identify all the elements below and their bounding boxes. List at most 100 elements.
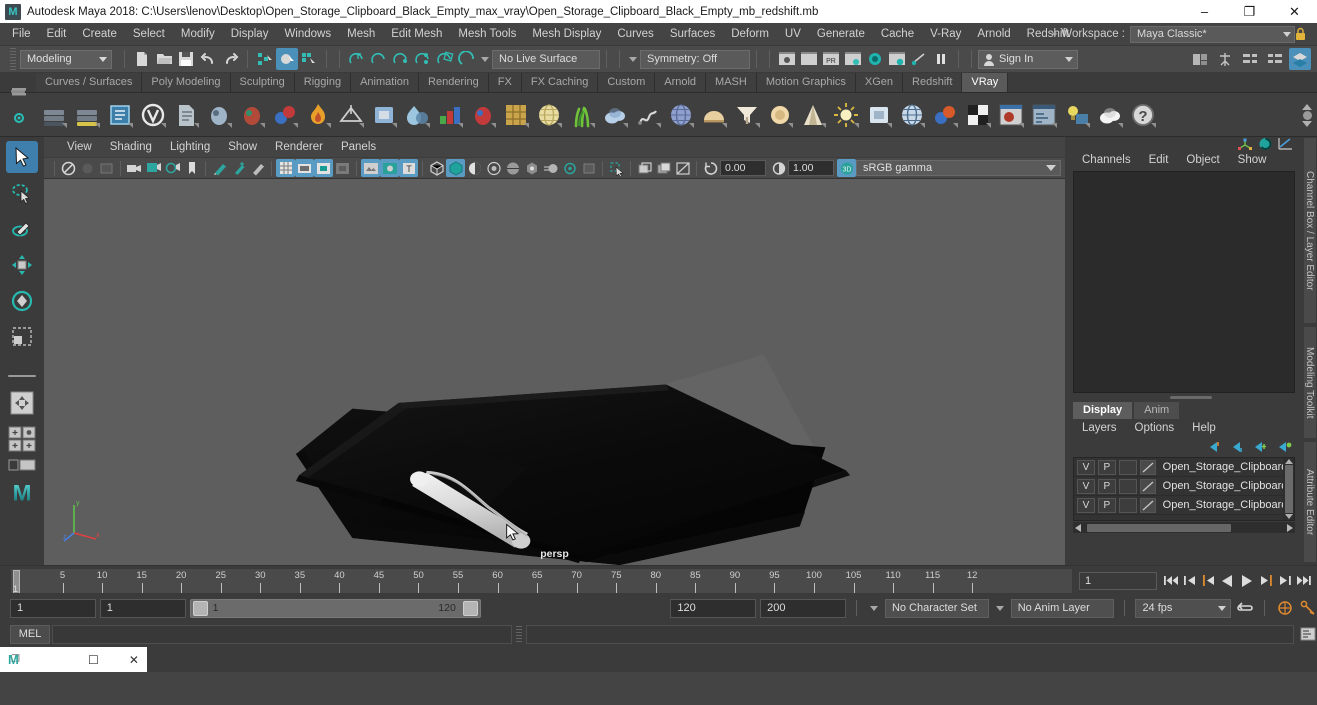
animation-preferences-icon[interactable] bbox=[1275, 598, 1294, 618]
grease-pencil-clear-icon[interactable] bbox=[248, 159, 267, 177]
channel-box-menu-object[interactable]: Object bbox=[1177, 154, 1228, 166]
layer-tab-anim[interactable]: Anim bbox=[1134, 402, 1180, 419]
scroll-up-icon[interactable] bbox=[1302, 103, 1312, 110]
vray-spot-light-icon[interactable] bbox=[797, 99, 828, 130]
scrollbar-thumb[interactable] bbox=[1087, 523, 1231, 532]
command-language-button[interactable]: MEL bbox=[10, 624, 50, 644]
animation-start-field[interactable]: 1 bbox=[10, 598, 96, 618]
snap-to-grid-icon[interactable] bbox=[346, 48, 368, 70]
layer-list-horizontal-scrollbar[interactable] bbox=[1073, 522, 1295, 533]
layer-color-swatch[interactable] bbox=[1139, 478, 1156, 494]
layer-name[interactable]: Open_Storage_Clipboard_Bl bbox=[1159, 499, 1294, 511]
play-forwards-icon[interactable] bbox=[1237, 571, 1256, 591]
scrollbar-thumb[interactable] bbox=[1284, 465, 1293, 513]
text-overlay-icon[interactable]: T bbox=[399, 159, 418, 177]
layer-playback-toggle[interactable]: P bbox=[1097, 459, 1116, 475]
redo-icon[interactable] bbox=[219, 48, 241, 70]
layout-single-icon[interactable] bbox=[6, 457, 38, 473]
shelf-tab-redshift[interactable]: Redshift bbox=[903, 73, 963, 92]
snap-to-point-icon[interactable] bbox=[390, 48, 412, 70]
sign-in-dropdown[interactable]: Sign In bbox=[978, 49, 1078, 69]
screen-space-ao-icon[interactable] bbox=[522, 159, 541, 177]
command-line-grip[interactable] bbox=[516, 626, 522, 642]
layer-visibility-toggle[interactable]: V bbox=[1077, 478, 1095, 494]
hud-toggle-icon[interactable] bbox=[1214, 48, 1236, 70]
taskbar-window-button[interactable]: M ❐ ☐ ✕ bbox=[0, 647, 147, 672]
menu-display[interactable]: Display bbox=[223, 23, 277, 45]
shelf-options-icon[interactable] bbox=[1302, 110, 1312, 120]
render-current-frame-icon[interactable] bbox=[776, 48, 798, 70]
make-live-icon[interactable] bbox=[456, 48, 478, 70]
shelf-tab-animation[interactable]: Animation bbox=[351, 73, 420, 92]
layer-color-swatch[interactable] bbox=[1139, 497, 1156, 513]
viewport-menu-panels[interactable]: Panels bbox=[332, 137, 385, 157]
bookmark-camera-icon[interactable] bbox=[125, 159, 144, 177]
channel-box-content[interactable] bbox=[1073, 171, 1295, 393]
show-manipulator-tool-icon[interactable] bbox=[6, 387, 38, 419]
layer-list-vertical-scrollbar[interactable] bbox=[1283, 458, 1294, 520]
tool-settings-toggle-icon[interactable] bbox=[1264, 48, 1286, 70]
smooth-shade-all-icon[interactable] bbox=[446, 159, 465, 177]
lock-camera-icon[interactable] bbox=[78, 159, 97, 177]
menu-uv[interactable]: UV bbox=[777, 23, 809, 45]
go-to-start-icon[interactable] bbox=[1161, 571, 1180, 591]
layer-next-icon[interactable] bbox=[1230, 441, 1245, 453]
layer-row[interactable]: V P Open_Storage_Clipboard_Bl bbox=[1074, 458, 1294, 477]
vray-proxy-icon[interactable] bbox=[203, 99, 234, 130]
render-settings-icon[interactable] bbox=[842, 48, 864, 70]
bookmark-icon[interactable] bbox=[182, 159, 201, 177]
viewport-menu-view[interactable]: View bbox=[58, 137, 101, 157]
vray-material-sphere-icon[interactable] bbox=[896, 99, 927, 130]
shaded-with-textures-icon[interactable] bbox=[465, 159, 484, 177]
step-back-keyframe-icon[interactable] bbox=[1180, 571, 1199, 591]
camera-attributes-icon[interactable] bbox=[97, 159, 116, 177]
menu-mesh-tools[interactable]: Mesh Tools bbox=[450, 23, 524, 45]
vray-cloud-icon[interactable] bbox=[1094, 99, 1125, 130]
vray-logo-icon[interactable] bbox=[137, 99, 168, 130]
channel-box-toggle-icon[interactable] bbox=[1289, 48, 1311, 70]
chevron-down-icon[interactable] bbox=[481, 56, 489, 62]
panel-resize-handle[interactable] bbox=[1065, 393, 1317, 401]
workspace-lock-icon[interactable] bbox=[1295, 27, 1317, 41]
menu-mesh[interactable]: Mesh bbox=[339, 23, 383, 45]
shelf-tab-motion-graphics[interactable]: Motion Graphics bbox=[756, 73, 856, 92]
depth-of-field-icon[interactable] bbox=[579, 159, 598, 177]
shelf-editor-icon[interactable] bbox=[10, 84, 28, 100]
layer-visibility-toggle[interactable]: V bbox=[1077, 459, 1095, 475]
symmetry-chevron-icon[interactable] bbox=[629, 56, 637, 62]
vray-sun-icon[interactable] bbox=[830, 99, 861, 130]
snap-to-projected-center-icon[interactable] bbox=[412, 48, 434, 70]
menu-v-ray[interactable]: V-Ray bbox=[922, 23, 969, 45]
redo-render-icon[interactable] bbox=[798, 48, 820, 70]
range-slider-left-handle[interactable] bbox=[192, 600, 208, 616]
menu-curves[interactable]: Curves bbox=[609, 23, 661, 45]
menu-generate[interactable]: Generate bbox=[809, 23, 873, 45]
paint-select-tool-icon[interactable] bbox=[6, 213, 38, 245]
vray-displacement-icon[interactable] bbox=[467, 99, 498, 130]
layer-color-swatch[interactable] bbox=[1139, 459, 1156, 475]
menu-surfaces[interactable]: Surfaces bbox=[662, 23, 723, 45]
vray-sphere-volume-icon[interactable] bbox=[599, 99, 630, 130]
toolbar-grip[interactable] bbox=[10, 48, 16, 70]
character-set-dropdown[interactable]: No Character Set bbox=[884, 598, 989, 618]
render-view-settings-icon[interactable] bbox=[886, 48, 908, 70]
shelf-settings-icon[interactable] bbox=[10, 109, 28, 127]
menu-arnold[interactable]: Arnold bbox=[969, 23, 1018, 45]
vray-scatter-volume-icon[interactable] bbox=[434, 99, 465, 130]
lasso-select-tool-icon[interactable] bbox=[6, 177, 38, 209]
exposure-value-field[interactable]: 0.00 bbox=[720, 160, 766, 176]
shelf-tab-custom[interactable]: Custom bbox=[598, 73, 656, 92]
step-back-frame-icon[interactable] bbox=[1199, 571, 1218, 591]
scroll-down-icon[interactable] bbox=[1284, 514, 1293, 519]
channel-box-icon[interactable] bbox=[1258, 137, 1273, 151]
vray-fire-icon[interactable] bbox=[302, 99, 333, 130]
vray-fur-icon[interactable] bbox=[566, 99, 597, 130]
vray-render-last-icon[interactable] bbox=[71, 99, 102, 130]
shelf-tab-rendering[interactable]: Rendering bbox=[419, 73, 489, 92]
shelf-tab-fx-caching[interactable]: FX Caching bbox=[521, 73, 599, 92]
vray-fog-icon[interactable] bbox=[401, 99, 432, 130]
layer-menu-options[interactable]: Options bbox=[1126, 422, 1184, 434]
animation-end-field[interactable]: 200 bbox=[760, 598, 846, 618]
display-layer-list[interactable]: V P Open_Storage_Clipboard_Bl V P Open_Storag… bbox=[1073, 457, 1295, 521]
scroll-up-icon[interactable] bbox=[1284, 459, 1293, 464]
